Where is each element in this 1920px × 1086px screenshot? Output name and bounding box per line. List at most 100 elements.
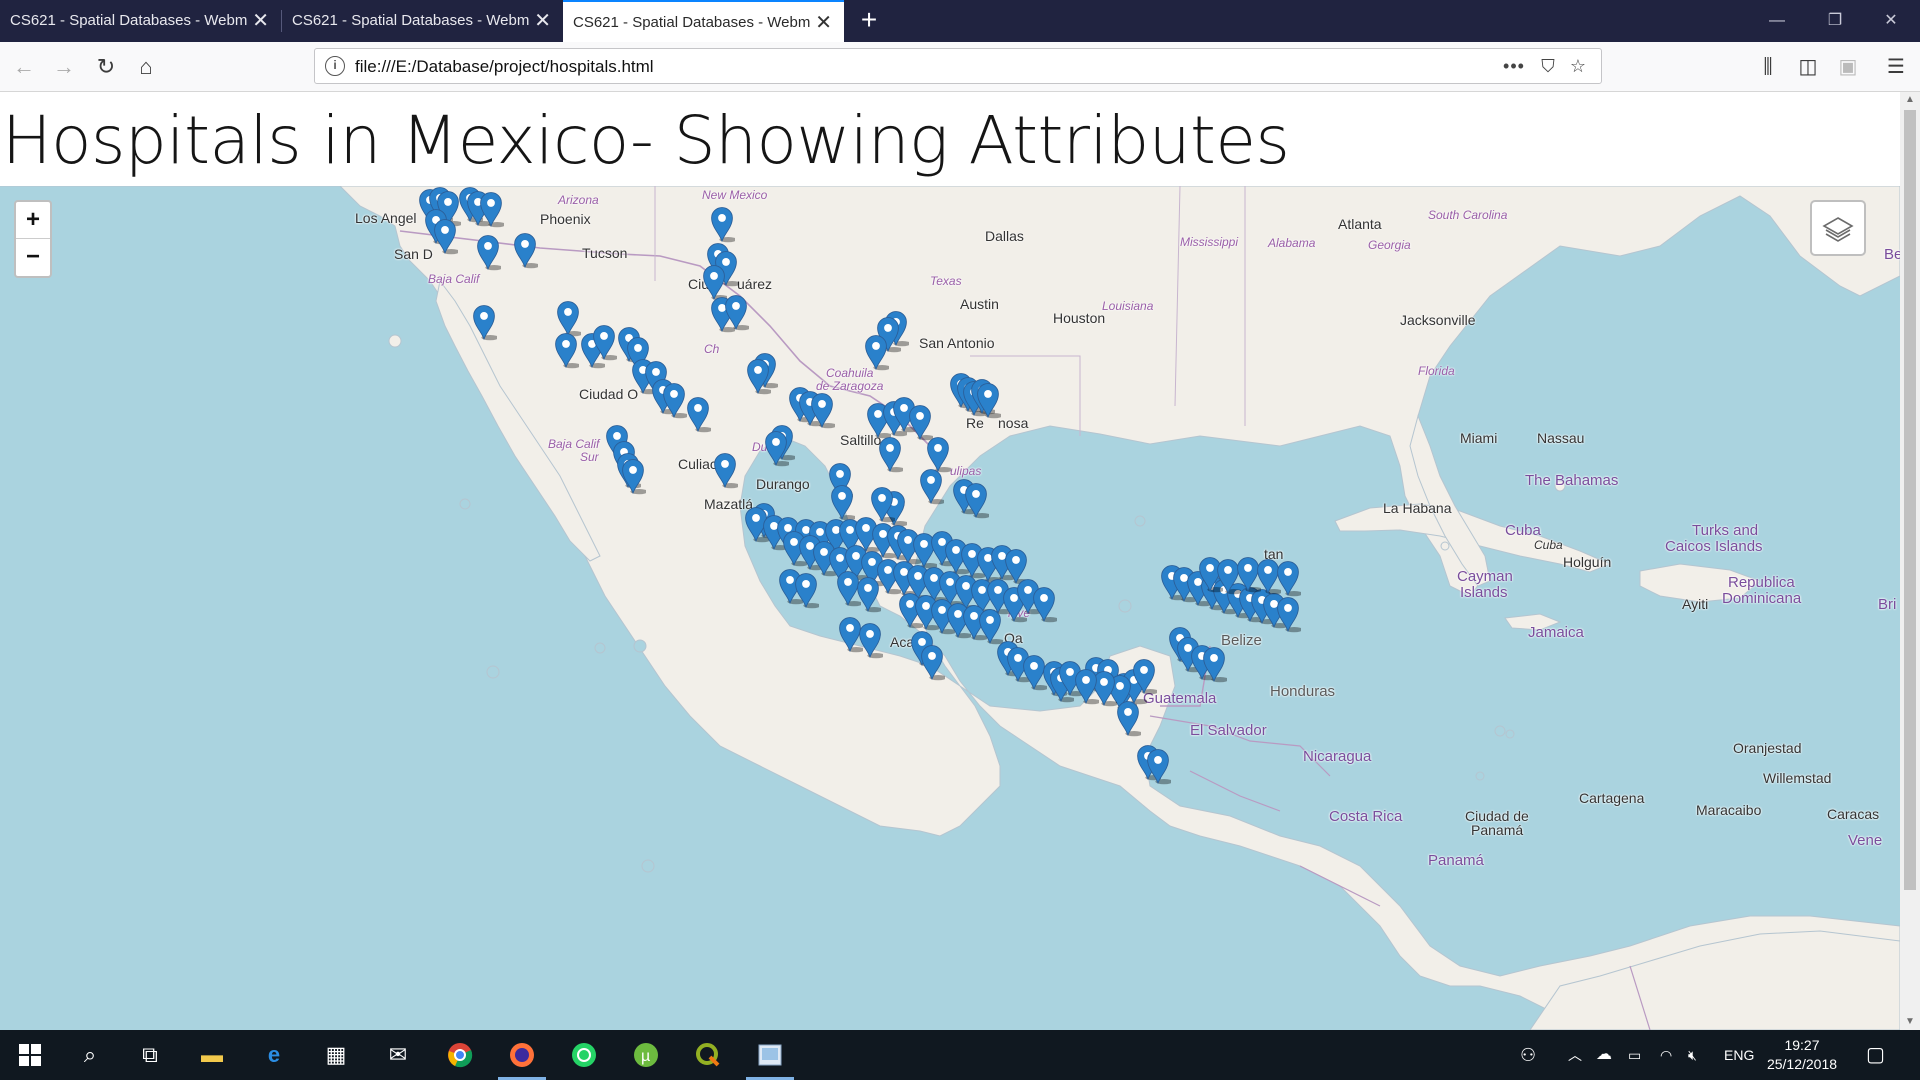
zoom-out-button[interactable]: − (16, 239, 50, 276)
hospital-marker[interactable] (809, 390, 835, 430)
vertical-scrollbar[interactable]: ▲ ▼ (1900, 92, 1920, 1030)
library-icon[interactable]: ⫼ (1754, 54, 1782, 80)
scrollbar-thumb[interactable] (1904, 110, 1916, 890)
extension-icon[interactable]: ▣ (1834, 54, 1862, 80)
close-icon[interactable]: ✕ (252, 0, 269, 42)
map-label-dallas: Dallas (985, 228, 1024, 244)
leaflet-map[interactable]: Los Angel Phoenix Arizona New Mexico Tuc… (0, 186, 1900, 1030)
hospital-marker[interactable] (553, 330, 579, 370)
hospital-marker[interactable] (857, 620, 883, 660)
hospital-marker[interactable] (471, 302, 497, 342)
hospital-marker[interactable] (1145, 746, 1171, 786)
map-label-georgia: Georgia (1368, 238, 1411, 252)
map-label-tucson: Tucson (582, 245, 628, 261)
map-label-dominicana-1: Republica (1728, 574, 1795, 591)
language-indicator[interactable]: ENG (1724, 1030, 1754, 1080)
browser-tab-3-active[interactable]: CS621 - Spatial Databases - Webm ✕ (563, 0, 844, 42)
notifications-icon[interactable]: ▢ (1866, 1030, 1885, 1080)
people-icon[interactable]: ⚇ (1520, 1030, 1536, 1080)
hospital-marker[interactable] (512, 230, 538, 270)
hospital-marker[interactable] (685, 394, 711, 434)
hospital-marker[interactable] (1275, 558, 1301, 598)
hospital-marker[interactable] (919, 642, 945, 682)
hospital-marker[interactable] (877, 434, 903, 474)
hospital-marker[interactable] (763, 428, 789, 468)
map-label-la-habana: La Habana (1383, 500, 1452, 516)
hospital-marker[interactable] (963, 480, 989, 520)
wifi-icon[interactable]: ◠ (1660, 1030, 1672, 1080)
close-icon[interactable]: ✕ (534, 0, 551, 42)
close-icon[interactable]: ✕ (815, 2, 832, 42)
restore-button[interactable]: ❐ (1806, 0, 1864, 42)
window-close-button[interactable]: ✕ (1862, 0, 1920, 42)
hospital-marker[interactable] (1115, 698, 1141, 738)
url-text[interactable]: file:///E:/Database/project/hospitals.ht… (355, 57, 654, 77)
hospital-marker[interactable] (478, 189, 504, 229)
chevron-up-icon[interactable]: ︿ (1568, 1030, 1582, 1080)
forward-button[interactable]: → (48, 51, 80, 83)
map-label-venezuela: Vene (1848, 832, 1883, 849)
hospital-marker[interactable] (1073, 666, 1099, 706)
home-button[interactable]: ⌂ (130, 51, 162, 83)
hospital-marker[interactable] (793, 570, 819, 610)
hospital-marker[interactable] (1275, 594, 1301, 634)
file-explorer-icon[interactable]: ▬ (182, 1030, 242, 1080)
hospital-marker[interactable] (1131, 656, 1157, 696)
battery-icon[interactable]: ▭ (1628, 1030, 1641, 1080)
hospital-marker[interactable] (925, 434, 951, 474)
hospital-marker[interactable] (1201, 644, 1227, 684)
hospital-marker[interactable] (620, 456, 646, 496)
hospital-marker[interactable] (745, 356, 771, 396)
hospital-marker[interactable] (475, 232, 501, 272)
zoom-in-button[interactable]: + (16, 202, 50, 239)
layers-control-button[interactable] (1810, 200, 1866, 256)
mail-icon[interactable]: ✉ (368, 1030, 428, 1080)
utorrent-icon[interactable]: µ (616, 1030, 676, 1080)
chrome-icon[interactable] (430, 1030, 490, 1080)
windows-logo-icon (19, 1044, 41, 1066)
tab-label: CS621 - Spatial Databases - Webm (292, 12, 530, 29)
menu-icon[interactable]: ☰ (1882, 54, 1910, 80)
hospital-marker[interactable] (855, 574, 881, 614)
firefox-icon[interactable] (492, 1030, 552, 1080)
qgis-icon[interactable] (678, 1030, 738, 1080)
hospital-marker[interactable] (975, 380, 1001, 420)
map-label-cayman-2: Islands (1460, 584, 1508, 601)
map-label-reynosa-2: nosa (998, 415, 1029, 431)
store-icon[interactable]: ▦ (306, 1030, 366, 1080)
hospital-marker[interactable] (709, 204, 735, 244)
page-actions-icon[interactable]: ••• (1501, 55, 1527, 79)
map-label-cuba: Cuba (1505, 522, 1541, 539)
address-bar[interactable]: i file:///E:/Database/project/hospitals.… (314, 48, 1602, 84)
start-button[interactable] (0, 1030, 60, 1080)
bookmark-star-icon[interactable]: ☆ (1565, 55, 1591, 79)
reload-button[interactable]: ↻ (90, 51, 122, 83)
hospital-marker[interactable] (661, 380, 687, 420)
hospital-marker[interactable] (863, 332, 889, 372)
edge-icon[interactable]: e (244, 1030, 304, 1080)
onedrive-icon[interactable]: ☁ (1596, 1030, 1612, 1080)
volume-muted-icon[interactable]: 🔇︎ (1688, 1030, 1697, 1080)
pocket-icon[interactable]: ⛉ (1535, 55, 1561, 79)
info-icon[interactable]: i (325, 56, 345, 76)
minimize-button[interactable]: — (1748, 0, 1806, 42)
hospital-marker[interactable] (1031, 584, 1057, 624)
image-viewer-icon[interactable] (740, 1030, 800, 1080)
back-button[interactable]: ← (8, 51, 40, 83)
task-view-icon[interactable]: ⧉ (120, 1030, 180, 1080)
zoom-control: + − (14, 200, 52, 278)
sidebar-icon[interactable]: ◫ (1794, 54, 1822, 80)
scroll-down-arrow[interactable]: ▼ (1900, 1014, 1920, 1030)
browser-tab-1[interactable]: CS621 - Spatial Databases - Webm ✕ (0, 0, 281, 42)
hospital-marker[interactable] (723, 292, 749, 332)
system-clock[interactable]: 19:27 25/12/2018 (1762, 1036, 1842, 1074)
map-label-ciudad-panama-2: Panamá (1471, 822, 1524, 838)
whatsapp-icon[interactable] (554, 1030, 614, 1080)
scroll-up-arrow[interactable]: ▲ (1900, 92, 1920, 108)
browser-tab-2[interactable]: CS621 - Spatial Databases - Webm ✕ (282, 0, 563, 42)
search-icon[interactable]: ⌕ (60, 1030, 120, 1080)
new-tab-button[interactable]: + (852, 0, 886, 42)
hospital-marker[interactable] (591, 322, 617, 362)
hospital-marker[interactable] (712, 450, 738, 490)
hospital-marker[interactable] (432, 216, 458, 256)
